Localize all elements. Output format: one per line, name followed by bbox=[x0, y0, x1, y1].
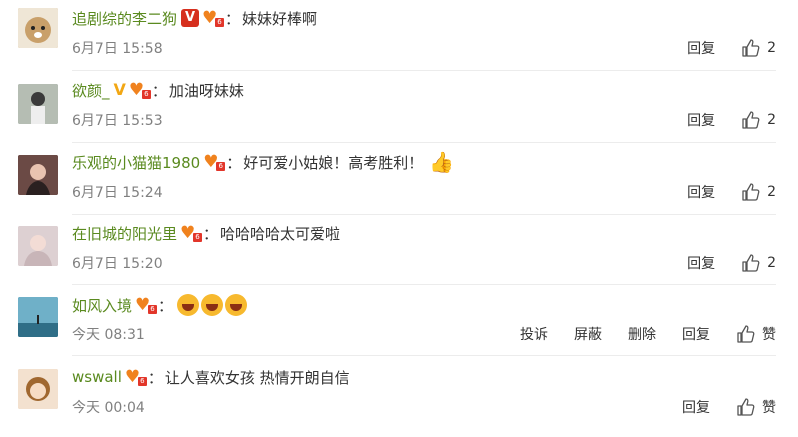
colon: ： bbox=[158, 296, 174, 315]
comment-text: 让人喜欢女孩 热情开朗自信 bbox=[164, 368, 350, 387]
comment-time: 今天 08:31 bbox=[72, 327, 145, 343]
laughing-emoji-icon bbox=[177, 294, 200, 316]
laughing-emoji-icon bbox=[225, 294, 248, 316]
thumbs-up-emoji-icon: 👍 bbox=[429, 150, 455, 174]
avatar[interactable] bbox=[18, 369, 58, 409]
like-label: 赞 bbox=[762, 400, 776, 416]
comment-item: 在旧城的阳光里 ♥ 6 ： 哈哈哈哈太可爱啦 6月7日 15:20 回复 2 bbox=[0, 221, 798, 293]
reply-button[interactable]: 回复 bbox=[687, 110, 715, 130]
comment-item: 追剧综的李二狗 V ♥ 6 ： 妹妹好棒啊 6月7日 15:58 回复 2 bbox=[0, 6, 798, 78]
fan-badge-icon[interactable]: ♥ 6 bbox=[180, 224, 203, 242]
divider bbox=[72, 142, 776, 143]
thumbs-up-icon bbox=[742, 254, 760, 272]
avatar[interactable] bbox=[18, 226, 58, 266]
username[interactable]: 欲颜_ bbox=[72, 80, 110, 101]
comment-time: 6月7日 15:20 bbox=[72, 256, 163, 272]
colon: ： bbox=[203, 224, 219, 243]
like-button[interactable]: 2 bbox=[741, 110, 776, 130]
fan-badge-icon[interactable]: ♥ 6 bbox=[125, 368, 147, 386]
comment-item: 欲颜_ V ♥ 6 ： 加油呀妹妹 6月7日 15:53 回复 2 bbox=[0, 78, 798, 150]
avatar[interactable] bbox=[18, 84, 58, 124]
like-button[interactable]: 2 bbox=[741, 182, 776, 202]
comment-text: 加油呀妹妹 bbox=[168, 81, 244, 100]
reply-button[interactable]: 回复 bbox=[682, 324, 710, 344]
colon: ： bbox=[226, 153, 242, 172]
like-button[interactable]: 2 bbox=[741, 253, 776, 273]
fan-badge-icon[interactable]: ♥ 6 bbox=[202, 9, 225, 27]
comment-text: 哈哈哈哈太可爱啦 bbox=[220, 224, 341, 243]
thumbs-up-icon bbox=[737, 325, 755, 343]
divider bbox=[72, 214, 776, 215]
thumbs-up-icon bbox=[742, 39, 760, 57]
like-button[interactable]: 赞 bbox=[736, 324, 776, 344]
verified-badge-icon[interactable]: V bbox=[114, 82, 126, 98]
thumbs-up-icon bbox=[742, 111, 760, 129]
comment-item: 乐观的小猫猫1980 ♥ 6 ： 好可爱小姑娘！高考胜利！ 👍 6月7日 15:2… bbox=[0, 150, 798, 222]
reply-button[interactable]: 回复 bbox=[682, 397, 710, 417]
like-count: 2 bbox=[767, 184, 776, 200]
username[interactable]: 追剧综的李二狗 bbox=[72, 8, 177, 29]
divider bbox=[72, 284, 776, 285]
reply-button[interactable]: 回复 bbox=[687, 38, 715, 58]
reply-button[interactable]: 回复 bbox=[687, 182, 715, 202]
comment-time: 6月7日 15:53 bbox=[72, 113, 163, 129]
fan-badge-icon[interactable]: ♥ 6 bbox=[203, 153, 226, 171]
comment-list: 追剧综的李二狗 V ♥ 6 ： 妹妹好棒啊 6月7日 15:58 回复 2 欲颜_… bbox=[0, 0, 798, 424]
reply-button[interactable]: 回复 bbox=[687, 253, 715, 273]
username[interactable]: wswall bbox=[72, 368, 122, 386]
verified-badge-icon[interactable]: V bbox=[181, 9, 200, 27]
fan-badge-icon[interactable]: ♥ 6 bbox=[129, 81, 151, 99]
username[interactable]: 在旧城的阳光里 bbox=[72, 223, 177, 244]
fan-badge-icon[interactable]: ♥ 6 bbox=[135, 296, 158, 314]
like-button[interactable]: 赞 bbox=[736, 397, 776, 417]
username[interactable]: 乐观的小猫猫1980 bbox=[72, 152, 200, 173]
comment-text: 好可爱小姑娘！高考胜利！ bbox=[243, 153, 424, 172]
colon: ： bbox=[225, 9, 241, 28]
laughing-emoji-icon bbox=[201, 294, 224, 316]
avatar[interactable] bbox=[18, 297, 58, 337]
comment-time: 6月7日 15:24 bbox=[72, 185, 163, 201]
like-count: 2 bbox=[767, 40, 776, 56]
avatar[interactable] bbox=[18, 8, 58, 48]
thumbs-up-icon bbox=[742, 183, 760, 201]
divider bbox=[72, 70, 776, 71]
avatar[interactable] bbox=[18, 155, 58, 195]
comment-item: wswall ♥ 6 ： 让人喜欢女孩 热情开朗自信 今天 00:04 回复 赞 bbox=[0, 365, 798, 437]
like-label: 赞 bbox=[762, 327, 776, 343]
report-button[interactable]: 投诉 bbox=[520, 324, 548, 344]
block-button[interactable]: 屏蔽 bbox=[574, 324, 602, 344]
colon: ： bbox=[151, 81, 167, 100]
like-count: 2 bbox=[767, 112, 776, 128]
thumbs-up-icon bbox=[737, 398, 755, 416]
delete-button[interactable]: 删除 bbox=[628, 324, 656, 344]
like-button[interactable]: 2 bbox=[741, 38, 776, 58]
like-count: 2 bbox=[767, 255, 776, 271]
username[interactable]: 如风入境 bbox=[72, 295, 132, 316]
comment-time: 今天 00:04 bbox=[72, 400, 145, 416]
divider bbox=[72, 355, 776, 356]
comment-time: 6月7日 15:58 bbox=[72, 41, 163, 57]
colon: ： bbox=[147, 368, 163, 387]
comment-text: 妹妹好棒啊 bbox=[242, 9, 318, 28]
